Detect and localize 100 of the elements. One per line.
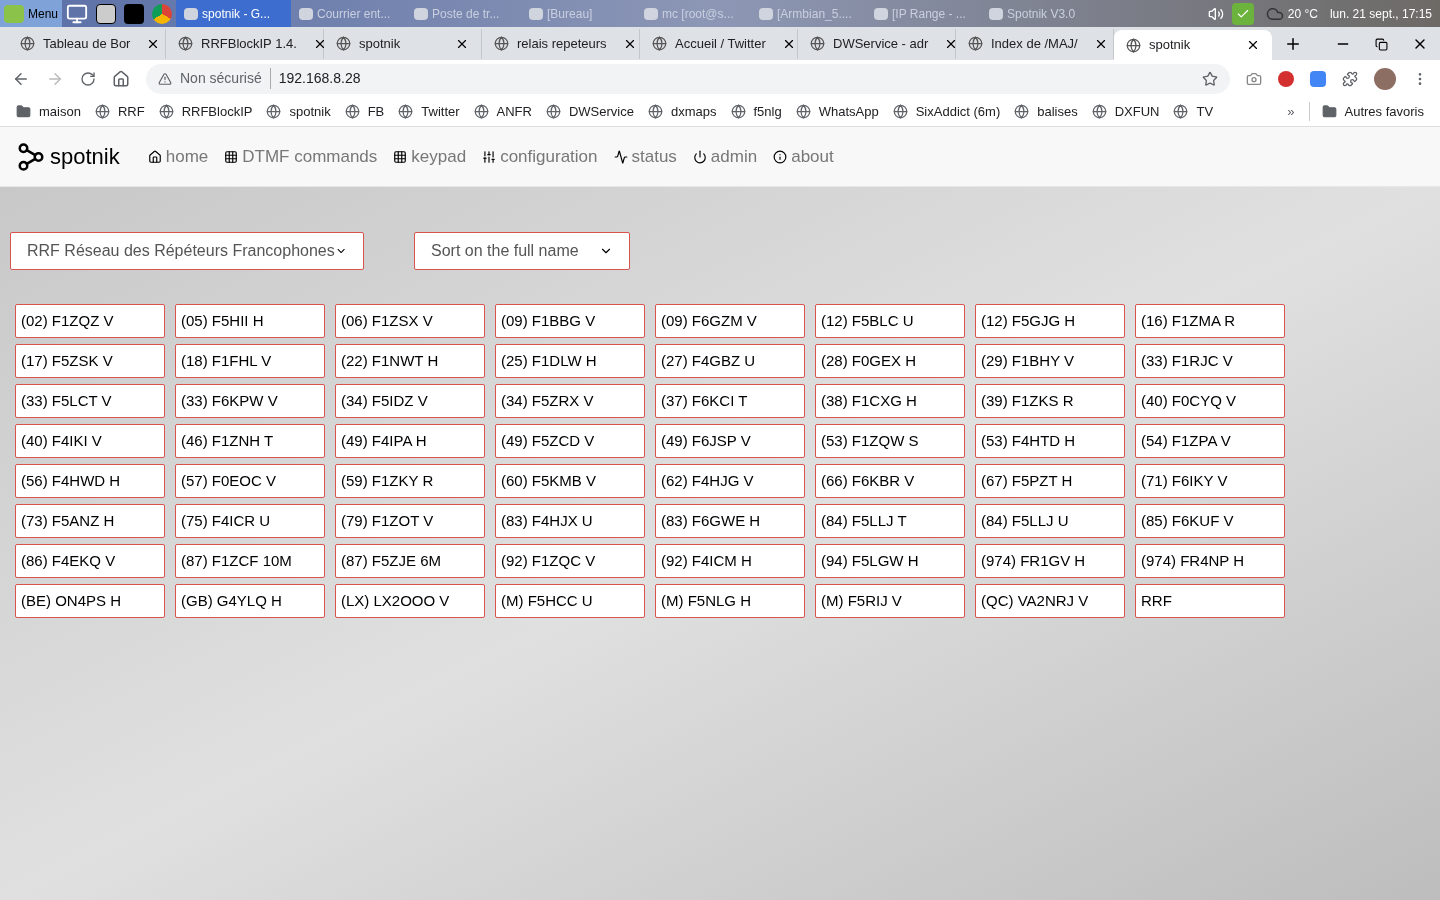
relay-button[interactable]: (84) F5LLJ T xyxy=(815,504,965,538)
bookmark[interactable]: spotnik xyxy=(266,101,331,122)
bookmark[interactable]: SixAddict (6m) xyxy=(892,101,1001,122)
relay-button[interactable]: (17) F5ZSK V xyxy=(15,344,165,378)
bookmark[interactable]: dxmaps xyxy=(647,101,717,122)
relay-button[interactable]: (18) F1FHL V xyxy=(175,344,325,378)
browser-tab[interactable]: relais repeteurs xyxy=(482,28,640,59)
nav-link[interactable]: about xyxy=(773,143,834,170)
volume-icon[interactable] xyxy=(1207,5,1224,22)
relay-button[interactable]: (40) F0CYQ V xyxy=(1135,384,1285,418)
update-check-icon[interactable] xyxy=(1231,2,1254,25)
relay-button[interactable]: (59) F1ZKY R xyxy=(335,464,485,498)
relay-button[interactable]: (49) F4IPA H xyxy=(335,424,485,458)
relay-button[interactable]: (05) F5HII H xyxy=(175,304,325,338)
relay-button[interactable]: (49) F6JSP V xyxy=(655,424,805,458)
new-tab-icon[interactable] xyxy=(1284,35,1302,53)
avatar[interactable] xyxy=(1374,67,1396,90)
relay-button[interactable]: (66) F6KBR V xyxy=(815,464,965,498)
relay-button[interactable]: (38) F1CXG H xyxy=(815,384,965,418)
nav-link[interactable]: DTMF commands xyxy=(224,143,378,170)
relay-button[interactable]: (67) F5PZT H xyxy=(975,464,1125,498)
browser-tab[interactable]: DWService - adr xyxy=(798,28,956,59)
relay-button[interactable]: (46) F1ZNH T xyxy=(175,424,325,458)
nav-link[interactable]: configuration xyxy=(482,143,598,170)
relay-button[interactable]: RRF xyxy=(1135,584,1285,618)
relay-button[interactable]: (34) F5IDZ V xyxy=(335,384,485,418)
bookmark[interactable]: RRF xyxy=(94,101,145,122)
relay-button[interactable]: (53) F4HTD H xyxy=(975,424,1125,458)
clock[interactable]: lun. 21 sept., 17:15 xyxy=(1329,4,1432,23)
relay-button[interactable]: (16) F1ZMA R xyxy=(1135,304,1285,338)
bookmark[interactable]: ANFR xyxy=(473,101,532,122)
browser-tab[interactable]: Tableau de Bor xyxy=(8,28,166,59)
bookmark[interactable]: DXFUN xyxy=(1091,101,1160,122)
relay-button[interactable]: (974) FR4NP H xyxy=(1135,544,1285,578)
bookmark[interactable]: maison xyxy=(16,101,81,122)
bookmark[interactable]: balises xyxy=(1014,101,1078,122)
close-icon[interactable] xyxy=(1246,38,1260,52)
relay-button[interactable]: (M) F5NLG H xyxy=(655,584,805,618)
relay-button[interactable]: (QC) VA2NRJ V xyxy=(975,584,1125,618)
relay-button[interactable]: (33) F6KPW V xyxy=(175,384,325,418)
relay-button[interactable]: (94) F5LGW H xyxy=(815,544,965,578)
relay-button[interactable]: (92) F1ZQC V xyxy=(495,544,645,578)
relay-button[interactable]: (09) F6GZM V xyxy=(655,304,805,338)
bookmark[interactable]: WhatsApp xyxy=(795,101,879,122)
relay-button[interactable]: (M) F5HCC U xyxy=(495,584,645,618)
relay-button[interactable]: (27) F4GBZ U xyxy=(655,344,805,378)
relay-button[interactable]: (BE) ON4PS H xyxy=(15,584,165,618)
relay-button[interactable]: (87) F5ZJE 6M xyxy=(335,544,485,578)
more-bookmarks[interactable]: » xyxy=(1287,101,1295,122)
relay-button[interactable]: (12) F5GJG H xyxy=(975,304,1125,338)
relay-button[interactable]: (GB) G4YLQ H xyxy=(175,584,325,618)
relay-button[interactable]: (06) F1ZSX V xyxy=(335,304,485,338)
relay-button[interactable]: (75) F4ICR U xyxy=(175,504,325,538)
extensions-icon[interactable] xyxy=(1342,70,1358,87)
relay-button[interactable]: (25) F1DLW H xyxy=(495,344,645,378)
relay-button[interactable]: (84) F5LLJ U xyxy=(975,504,1125,538)
relay-button[interactable]: (LX) LX2OOO V xyxy=(335,584,485,618)
browser-tab[interactable]: spotnik xyxy=(1114,30,1272,60)
relay-button[interactable]: (86) F4EKQ V xyxy=(15,544,165,578)
relay-button[interactable]: (87) F1ZCF 10M xyxy=(175,544,325,578)
address-field[interactable]: Non sécurisé 192.168.8.28 xyxy=(146,63,1230,94)
browser-tab[interactable]: Accueil / Twitter xyxy=(640,28,798,59)
camera-icon[interactable] xyxy=(1246,70,1262,87)
nav-link[interactable]: keypad xyxy=(393,143,467,170)
relay-button[interactable]: (62) F4HJG V xyxy=(655,464,805,498)
taskbar-window[interactable]: spotnik - G... xyxy=(176,0,292,27)
relay-button[interactable]: (39) F1ZKS R xyxy=(975,384,1125,418)
desktop-icon[interactable] xyxy=(66,2,89,25)
relay-button[interactable]: (37) F6KCI T xyxy=(655,384,805,418)
relay-button[interactable]: (33) F5LCT V xyxy=(15,384,165,418)
bookmark[interactable]: FB xyxy=(344,101,385,122)
relay-button[interactable]: (974) FR1GV H xyxy=(975,544,1125,578)
browser-tab[interactable]: RRFBlockIP 1.4. xyxy=(166,28,324,59)
nav-link[interactable]: status xyxy=(613,143,677,170)
relay-button[interactable]: (71) F6IKY V xyxy=(1135,464,1285,498)
nav-link[interactable]: home xyxy=(147,143,209,170)
relay-button[interactable]: (28) F0GEX H xyxy=(815,344,965,378)
relay-button[interactable]: (92) F4ICM H xyxy=(655,544,805,578)
brand-link[interactable]: spotnik xyxy=(16,140,120,173)
browser-tab[interactable]: spotnik xyxy=(324,28,482,59)
relay-button[interactable]: (53) F1ZQW S xyxy=(815,424,965,458)
relay-button[interactable]: (56) F4HWD H xyxy=(15,464,165,498)
relay-button[interactable]: (83) F6GWE H xyxy=(655,504,805,538)
home-icon[interactable] xyxy=(112,69,130,88)
relay-button[interactable]: (60) F5KMB V xyxy=(495,464,645,498)
relay-button[interactable]: (M) F5RIJ V xyxy=(815,584,965,618)
bookmark[interactable]: f5nlg xyxy=(730,101,782,122)
relay-button[interactable]: (12) F5BLC U xyxy=(815,304,965,338)
relay-button[interactable]: (34) F5ZRX V xyxy=(495,384,645,418)
star-icon[interactable] xyxy=(1202,70,1218,87)
nav-link[interactable]: admin xyxy=(692,143,758,170)
relay-button[interactable]: (33) F1RJC V xyxy=(1135,344,1285,378)
relay-button[interactable]: (40) F4IKI V xyxy=(15,424,165,458)
relay-button[interactable]: (02) F1ZQZ V xyxy=(15,304,165,338)
relay-button[interactable]: (83) F4HJX U xyxy=(495,504,645,538)
relay-button[interactable]: (79) F1ZOT V xyxy=(335,504,485,538)
bookmark[interactable]: RRFBlockIP xyxy=(158,101,253,122)
relay-button[interactable]: (73) F5ANZ H xyxy=(15,504,165,538)
menu-button[interactable]: Menu xyxy=(0,0,63,27)
relay-button[interactable]: (57) F0EOC V xyxy=(175,464,325,498)
